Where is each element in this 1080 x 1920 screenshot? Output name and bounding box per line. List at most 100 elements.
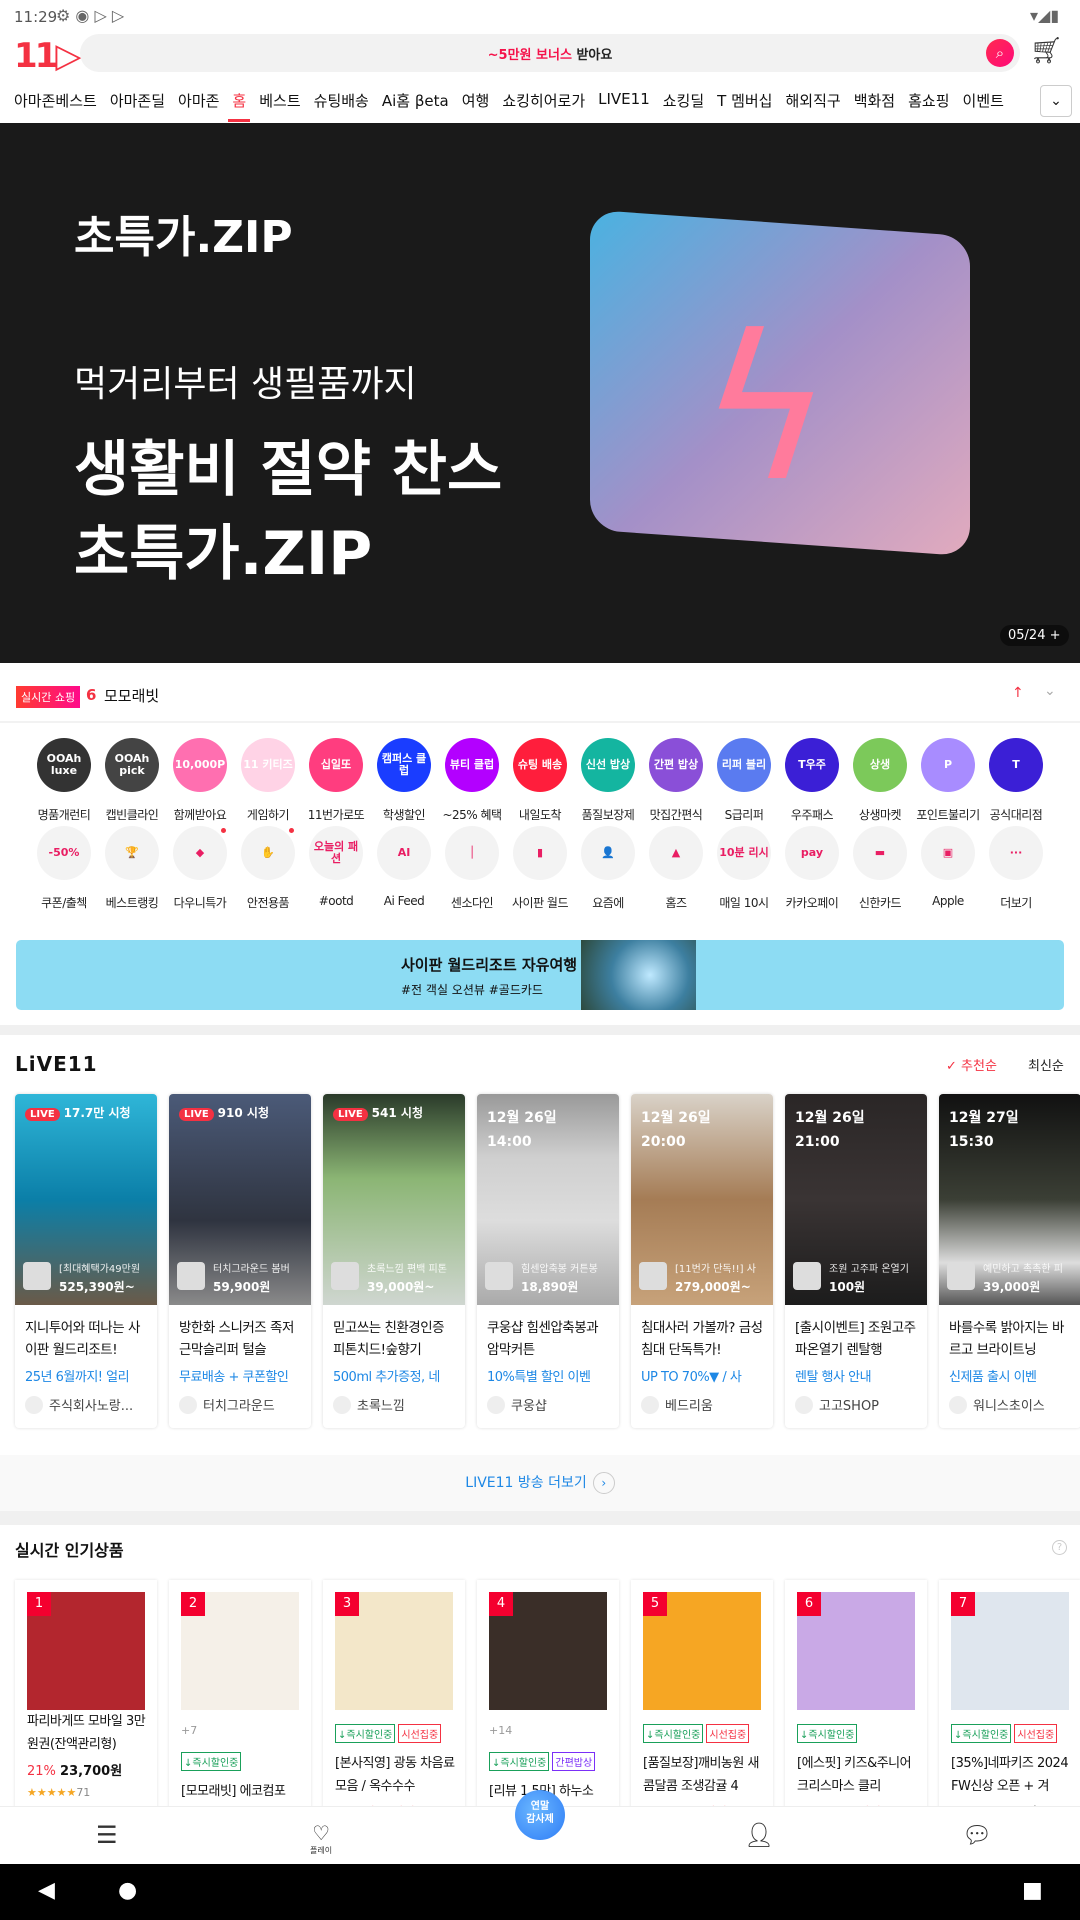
quick-menu-item[interactable]: 슈팅 배송 내일도착 xyxy=(506,738,574,823)
realtime-keyword[interactable]: 모모래빗 xyxy=(104,685,159,706)
quick-menu-item[interactable]: P 포인트불리기 xyxy=(914,738,982,823)
help-icon[interactable]: ? xyxy=(1052,1540,1067,1555)
shop-name[interactable]: 베드리움 xyxy=(631,1385,773,1414)
live-title: 바를수록 밝아지는 바르고 브라이트닝 xyxy=(949,1320,1064,1358)
quick-menu-item[interactable]: ◆ 다우니특가 xyxy=(166,826,234,911)
live-card[interactable]: LIVE 17.7만 시청 [최대혜택가49만원 525,390원~ 지니투어와 떠나는… xyxy=(15,1094,157,1428)
quick-menu-item[interactable]: OOAh pick 캡빈클라인 xyxy=(98,738,166,823)
viewer-count: 910 시청 xyxy=(217,1106,269,1120)
quick-menu-item[interactable]: 🏆 베스트랭킹 xyxy=(98,826,166,911)
quick-menu-item[interactable]: pay 카카오페이 xyxy=(778,826,846,911)
recents-icon[interactable]: ■ xyxy=(1022,1878,1043,1903)
sort-newest[interactable]: 최신순 xyxy=(1028,1055,1064,1074)
nav-tab[interactable]: 아마존 xyxy=(178,84,219,122)
shop-name[interactable]: 쿠웅샵 xyxy=(477,1385,619,1414)
quick-menu-item[interactable]: 👤 요즘에 xyxy=(574,826,642,911)
nav-tab[interactable]: 해외직구 xyxy=(786,84,841,122)
year-end-event-button[interactable]: 연말 감사제 xyxy=(515,1790,565,1840)
shop-name[interactable]: 주식회사노랑... xyxy=(15,1385,157,1414)
quick-menu-item[interactable]: T우주 우주패스 xyxy=(778,738,846,823)
live-card[interactable]: 12월 26일 14:00 힘센압축봉 커튼봉 18,890원 쿠웅샵 힘센압축봉과 … xyxy=(477,1094,619,1428)
nav-tab[interactable]: 홈쇼핑 xyxy=(908,84,949,122)
nav-tab[interactable]: 홈 xyxy=(228,84,250,122)
nav-tab[interactable]: 아마존베스트 xyxy=(14,84,97,122)
quick-menu-item[interactable]: 10분 리시 매일 10시 xyxy=(710,826,778,911)
chat-icon[interactable]: 💬︎ xyxy=(962,1821,992,1849)
quick-menu-item[interactable]: │ 센소다인 xyxy=(438,826,506,911)
quick-menu-item[interactable]: 십일또 11번가로또 xyxy=(302,738,370,823)
quick-menu-item[interactable]: ··· 더보기 xyxy=(982,826,1050,911)
nav-tab[interactable]: LIVE11 xyxy=(598,84,650,122)
quick-menu-item[interactable]: 11 키티즈 게임하기 xyxy=(234,738,302,823)
quick-menu-item[interactable]: ✋ 안전용품 xyxy=(234,826,302,911)
live-card[interactable]: 12월 27일 15:30 예민하고 촉촉한 피 39,000원 바를수록 밝아지는 … xyxy=(939,1094,1080,1428)
shop-name[interactable]: 고고SHOP xyxy=(785,1385,927,1414)
quick-menu-item[interactable]: 상생 상생마켓 xyxy=(846,738,914,823)
chevron-down-icon[interactable]: ⌄ xyxy=(1044,683,1056,699)
shop-name[interactable]: 초록느낌 xyxy=(323,1385,465,1414)
nav-tab[interactable]: T 멤버십 xyxy=(717,84,772,122)
nav-tab[interactable]: 베스트 xyxy=(259,84,300,122)
cart-icon[interactable]: 🛒︎ xyxy=(1030,36,1063,66)
menu-icon[interactable]: ☰ xyxy=(96,1821,118,1849)
quick-menu-item[interactable]: ▬ 신한카드 xyxy=(846,826,914,911)
product-card[interactable]: 1 파리바게뜨 모바일 3만원권(잔액관리형) 21% 23,700원 ★★★★★71 xyxy=(15,1580,157,1820)
live-card[interactable]: LIVE 541 시청 초록느낌 편백 피톤 39,000원~ 믿고쓰는 친환경인증 피… xyxy=(323,1094,465,1428)
product-card[interactable]: 2 +7 ↓즉시할인중 [모모래빗] 에코컴포 xyxy=(169,1580,311,1820)
user-icon[interactable]: 👤︎ xyxy=(744,1821,774,1849)
nav-tab[interactable]: Ai홈 βeta xyxy=(382,84,449,122)
quick-menu-item[interactable]: 캠퍼스 클럽 학생할인 xyxy=(370,738,438,823)
product-card[interactable]: 6↓즉시할인중[에스핏] 키즈&주니어 크리스마스 클리30일 내 최저가 xyxy=(785,1580,927,1820)
product-thumb xyxy=(177,1262,205,1290)
nav-tab[interactable]: 쇼킹딜 xyxy=(663,84,704,122)
quick-menu-item[interactable]: AI Ai Feed xyxy=(370,826,438,908)
shop-label: 고고SHOP xyxy=(819,1399,880,1414)
product-card[interactable]: 7↓즉시할인중시선집중[35%]네파키즈 2024 FW신상 오픈 + 겨35%… xyxy=(939,1580,1080,1820)
home-icon[interactable]: ● xyxy=(118,1878,137,1903)
logo[interactable]: 11▷ xyxy=(14,36,82,76)
quick-menu-item[interactable]: 신선 밥상 품질보장제 xyxy=(574,738,642,823)
chevron-down-icon[interactable]: ⌄ xyxy=(1040,85,1072,117)
back-icon[interactable]: ◀ xyxy=(38,1878,55,1903)
quick-menu-label: 명품개런티 xyxy=(37,808,91,822)
quick-menu-item[interactable]: ▮ 사이판 월드 xyxy=(506,826,574,911)
play-icon[interactable]: ♡ 플레이 xyxy=(310,1821,332,1856)
quick-menu-item[interactable]: 간편 밥상 맛집간편식 xyxy=(642,738,710,823)
quick-menu-item[interactable]: T 공식대리점 xyxy=(982,738,1050,823)
promo-banner[interactable]: 사이판 월드리조트 자유여행 #전 객실 오션뷰 #골드카드 xyxy=(16,940,1064,1010)
banner-pager[interactable]: 05/24 + xyxy=(1000,625,1069,646)
sort-recommended[interactable]: ✓ 추천순 xyxy=(946,1055,997,1074)
nav-tab[interactable]: 쇼킹히어로가 xyxy=(502,84,585,122)
nav-tab[interactable]: 아마존딜 xyxy=(110,84,165,122)
live-card[interactable]: 12월 26일 21:00 조원 고주파 온열기 100원 [출시이벤트] 조원고주파… xyxy=(785,1094,927,1428)
nav-tab[interactable]: 여행 xyxy=(462,84,490,122)
shop-label: 워니스초이스 xyxy=(973,1399,1045,1414)
product-card[interactable]: 5↓즉시할인중시선집중[품질보장]깨비농원 새콤달콤 조생감귤 430일 내 최… xyxy=(631,1580,773,1820)
live-card[interactable]: LIVE 910 시청 터치그라운드 봄버 59,900원 방한화 스니커즈 족저근막슬… xyxy=(169,1094,311,1428)
quick-menu-item[interactable]: ▣ Apple xyxy=(914,826,982,908)
quick-menu-item[interactable]: OOAh luxe 명품개런티 xyxy=(30,738,98,823)
quick-menu-icon: 슈팅 배송 xyxy=(513,738,567,792)
quick-menu-item[interactable]: ▲ 홈즈 xyxy=(642,826,710,911)
live-subtitle: 렌탈 행사 안내 xyxy=(795,1370,872,1385)
quick-menu-item[interactable]: 오늘의 패션 #ootd xyxy=(302,826,370,908)
badges: ↓즉시할인중 xyxy=(797,1724,858,1743)
quick-menu-item[interactable]: 리퍼 블리 S급리퍼 xyxy=(710,738,778,823)
quick-menu-item[interactable]: -50% 쿠폰/출첵 xyxy=(30,826,98,911)
product-card[interactable]: 3↓즉시할인중시선집중[본사직영] 광동 차음료 모음 / 옥수수수11번가 최… xyxy=(323,1580,465,1820)
live-more-button[interactable]: LIVE11 방송 더보기 › xyxy=(0,1455,1080,1511)
hero-banner[interactable]: ϟ 초특가.ZIP 먹거리부터 생필품까지 생활비 절약 찬스 초특가.ZIP 0… xyxy=(0,123,1080,663)
nav-tab[interactable]: 이벤트 xyxy=(963,84,1004,122)
shop-name[interactable]: 터치그라운드 xyxy=(169,1385,311,1414)
search-input[interactable]: ~5만원 보너스 받아요 ⌕ xyxy=(80,34,1020,72)
live-card[interactable]: 12월 26일 20:00 [11번가 단독!!] 사 279,000원~ 침대사러 … xyxy=(631,1094,773,1428)
search-icon[interactable]: ⌕ xyxy=(986,39,1014,67)
badges: ↓즉시할인중 시선집중 xyxy=(951,1724,1058,1743)
shop-name[interactable]: 워니스초이스 xyxy=(939,1385,1080,1414)
nav-tab[interactable]: 백화점 xyxy=(854,84,895,122)
realtime-keyword-bar[interactable]: 실시간 쇼핑 6 모모래빗 ↑ ⌄ xyxy=(0,671,1080,723)
product-card[interactable]: 4+14↓즉시할인중간편밥상[리뷰 1.5만] 하누소 xyxy=(477,1580,619,1820)
nav-tab[interactable]: 슈팅배송 xyxy=(314,84,369,122)
quick-menu-item[interactable]: 10,000P 함께받아요 xyxy=(166,738,234,823)
quick-menu-item[interactable]: 뷰티 클럽 ~25% 혜택 xyxy=(438,738,506,823)
